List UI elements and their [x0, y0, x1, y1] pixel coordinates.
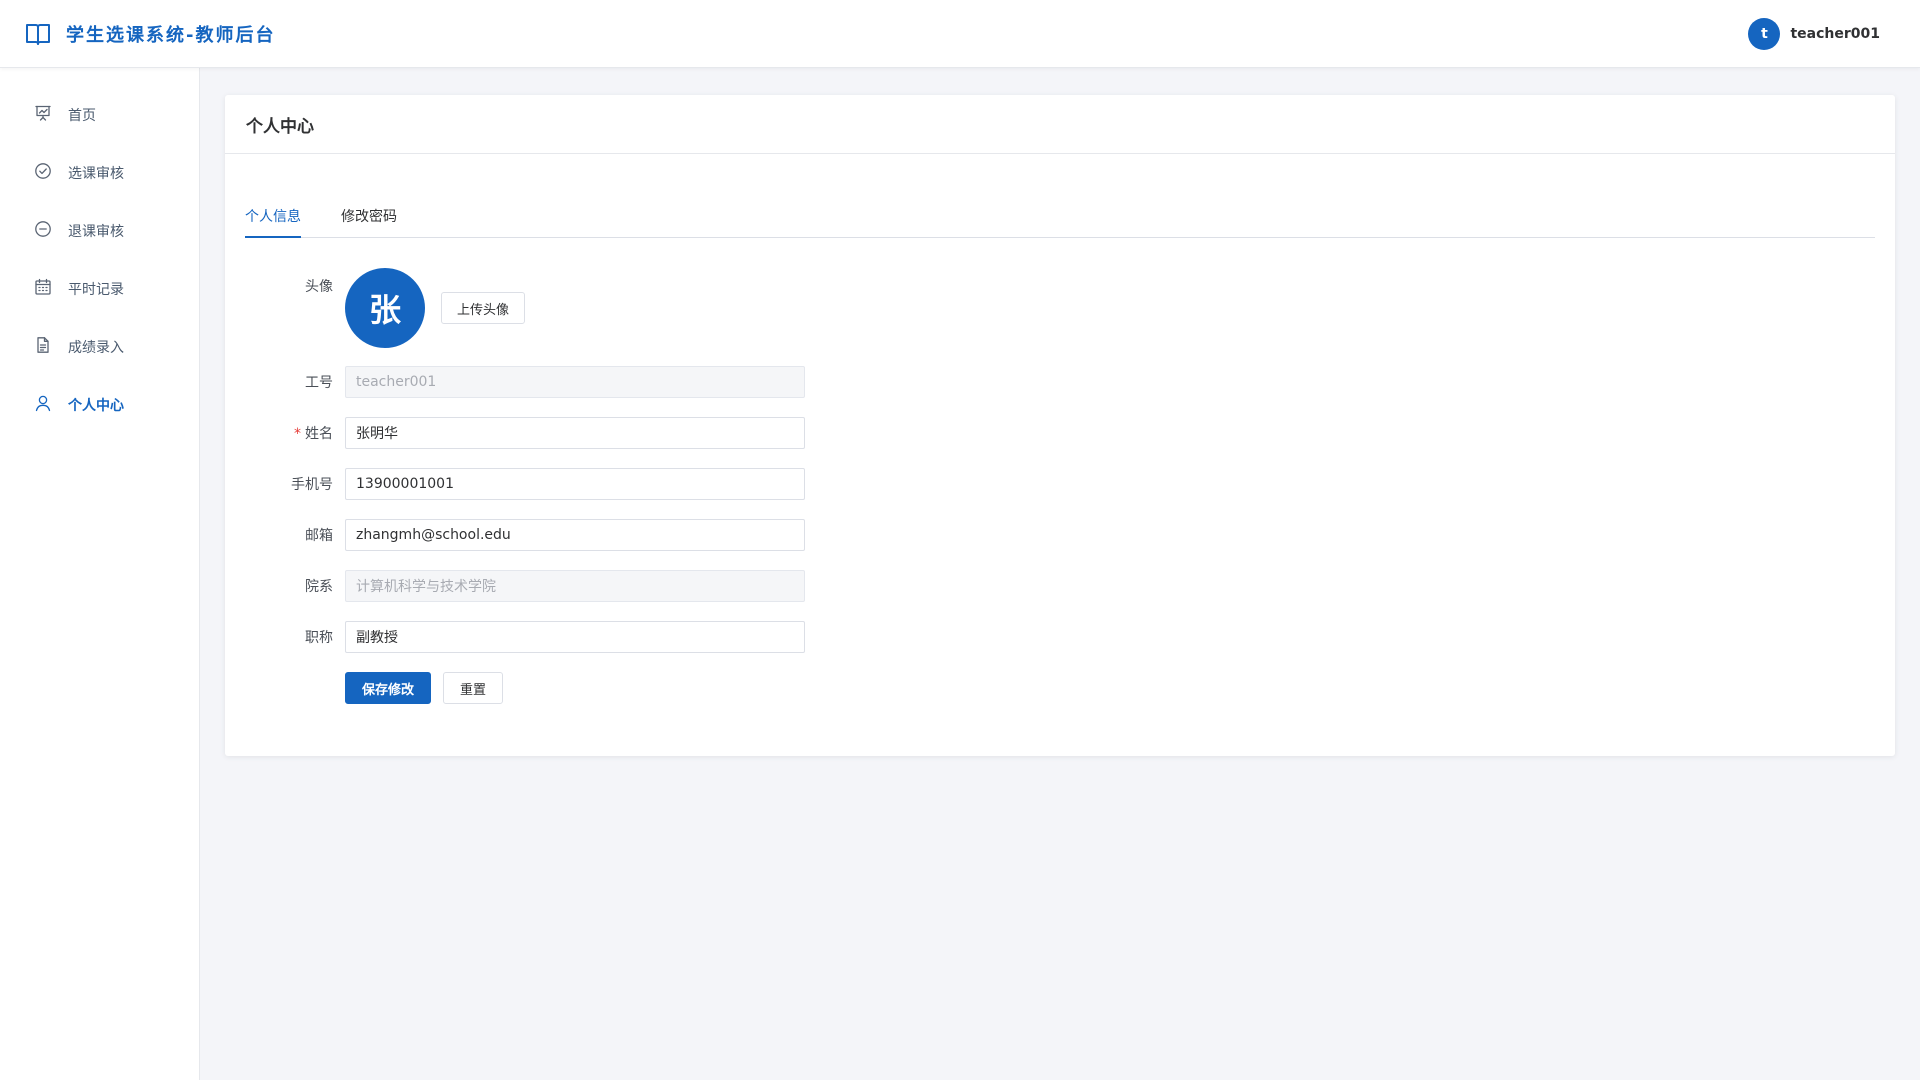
user-icon [34, 394, 52, 416]
presentation-chart-icon [34, 104, 52, 126]
title-input[interactable] [345, 621, 805, 653]
avatar: t [1748, 17, 1781, 50]
sidebar: 首页 选课审核 退课审核 平时记录 成绩录入 个人中心 [0, 68, 200, 1080]
sidebar-item-drop-review[interactable]: 退课审核 [0, 202, 199, 260]
email-input[interactable] [345, 519, 805, 551]
sidebar-item-enroll-review[interactable]: 选课审核 [0, 144, 199, 202]
tab-personal-info[interactable]: 个人信息 [245, 200, 301, 238]
check-circle-icon [34, 162, 52, 184]
staff-id-label: 工号 [305, 375, 333, 391]
sidebar-item-label: 成绩录入 [68, 340, 124, 356]
sidebar-item-label: 退课审核 [68, 224, 124, 240]
email-label: 邮箱 [305, 528, 333, 544]
form-row-staff-id: 工号 [245, 366, 1875, 398]
staff-id-input [345, 366, 805, 398]
name-label-text: 姓名 [305, 426, 333, 442]
reset-button[interactable]: 重置 [443, 672, 504, 704]
sidebar-item-daily-records[interactable]: 平时记录 [0, 260, 199, 318]
department-input [345, 570, 805, 602]
sidebar-item-label: 选课审核 [68, 166, 124, 182]
form-row-title: 职称 [245, 621, 1875, 653]
form-row-name: * 姓名 [245, 417, 1875, 449]
sidebar-item-label: 平时记录 [68, 282, 124, 298]
tab-change-password[interactable]: 修改密码 [341, 200, 397, 237]
sidebar-item-profile[interactable]: 个人中心 [0, 376, 199, 434]
sidebar-item-label: 个人中心 [68, 398, 124, 414]
brand[interactable]: 学生选课系统-教师后台 [24, 20, 275, 48]
form-row-phone: 手机号 [245, 468, 1875, 500]
profile-avatar: 张 [345, 268, 425, 348]
card-body: 个人信息 修改密码 头像 张 上传头像 工号 *姓名 手机号 邮箱 [225, 154, 1895, 704]
profile-card: 个人中心 个人信息 修改密码 头像 张 上传头像 工号 *姓名 手机号 [225, 95, 1895, 756]
title-label: 职称 [305, 630, 333, 646]
form-row-email: 邮箱 [245, 519, 1875, 551]
avatar-label: 头像 [305, 279, 333, 295]
tabs: 个人信息 修改密码 [245, 200, 1875, 238]
document-icon [34, 336, 52, 358]
minus-circle-icon [34, 220, 52, 242]
save-button[interactable]: 保存修改 [345, 672, 432, 704]
form-row-department: 院系 [245, 570, 1875, 602]
name-label: * 姓名 [245, 423, 345, 443]
phone-label: 手机号 [291, 477, 333, 493]
form-row-avatar: 头像 张 上传头像 [245, 268, 1875, 348]
phone-input[interactable] [345, 468, 805, 500]
name-input[interactable] [345, 417, 805, 449]
card-header: 个人中心 [225, 95, 1895, 154]
sidebar-item-home[interactable]: 首页 [0, 86, 199, 144]
top-header: 学生选课系统-教师后台 t teacher001 [0, 0, 1920, 68]
page-title: 个人中心 [246, 116, 314, 137]
required-mark: * [294, 426, 301, 442]
profile-form: 头像 张 上传头像 工号 *姓名 手机号 邮箱 院系 [245, 268, 1875, 704]
department-label: 院系 [305, 579, 333, 595]
username: teacher001 [1790, 25, 1880, 42]
app-title: 学生选课系统-教师后台 [66, 24, 276, 46]
upload-avatar-button[interactable]: 上传头像 [441, 292, 526, 324]
sidebar-item-grade-entry[interactable]: 成绩录入 [0, 318, 199, 376]
calendar-icon [34, 278, 52, 300]
book-icon [24, 20, 52, 48]
user-menu[interactable]: t teacher001 [1748, 17, 1880, 50]
form-actions: 保存修改 重置 [345, 672, 1875, 704]
sidebar-item-label: 首页 [68, 108, 96, 124]
